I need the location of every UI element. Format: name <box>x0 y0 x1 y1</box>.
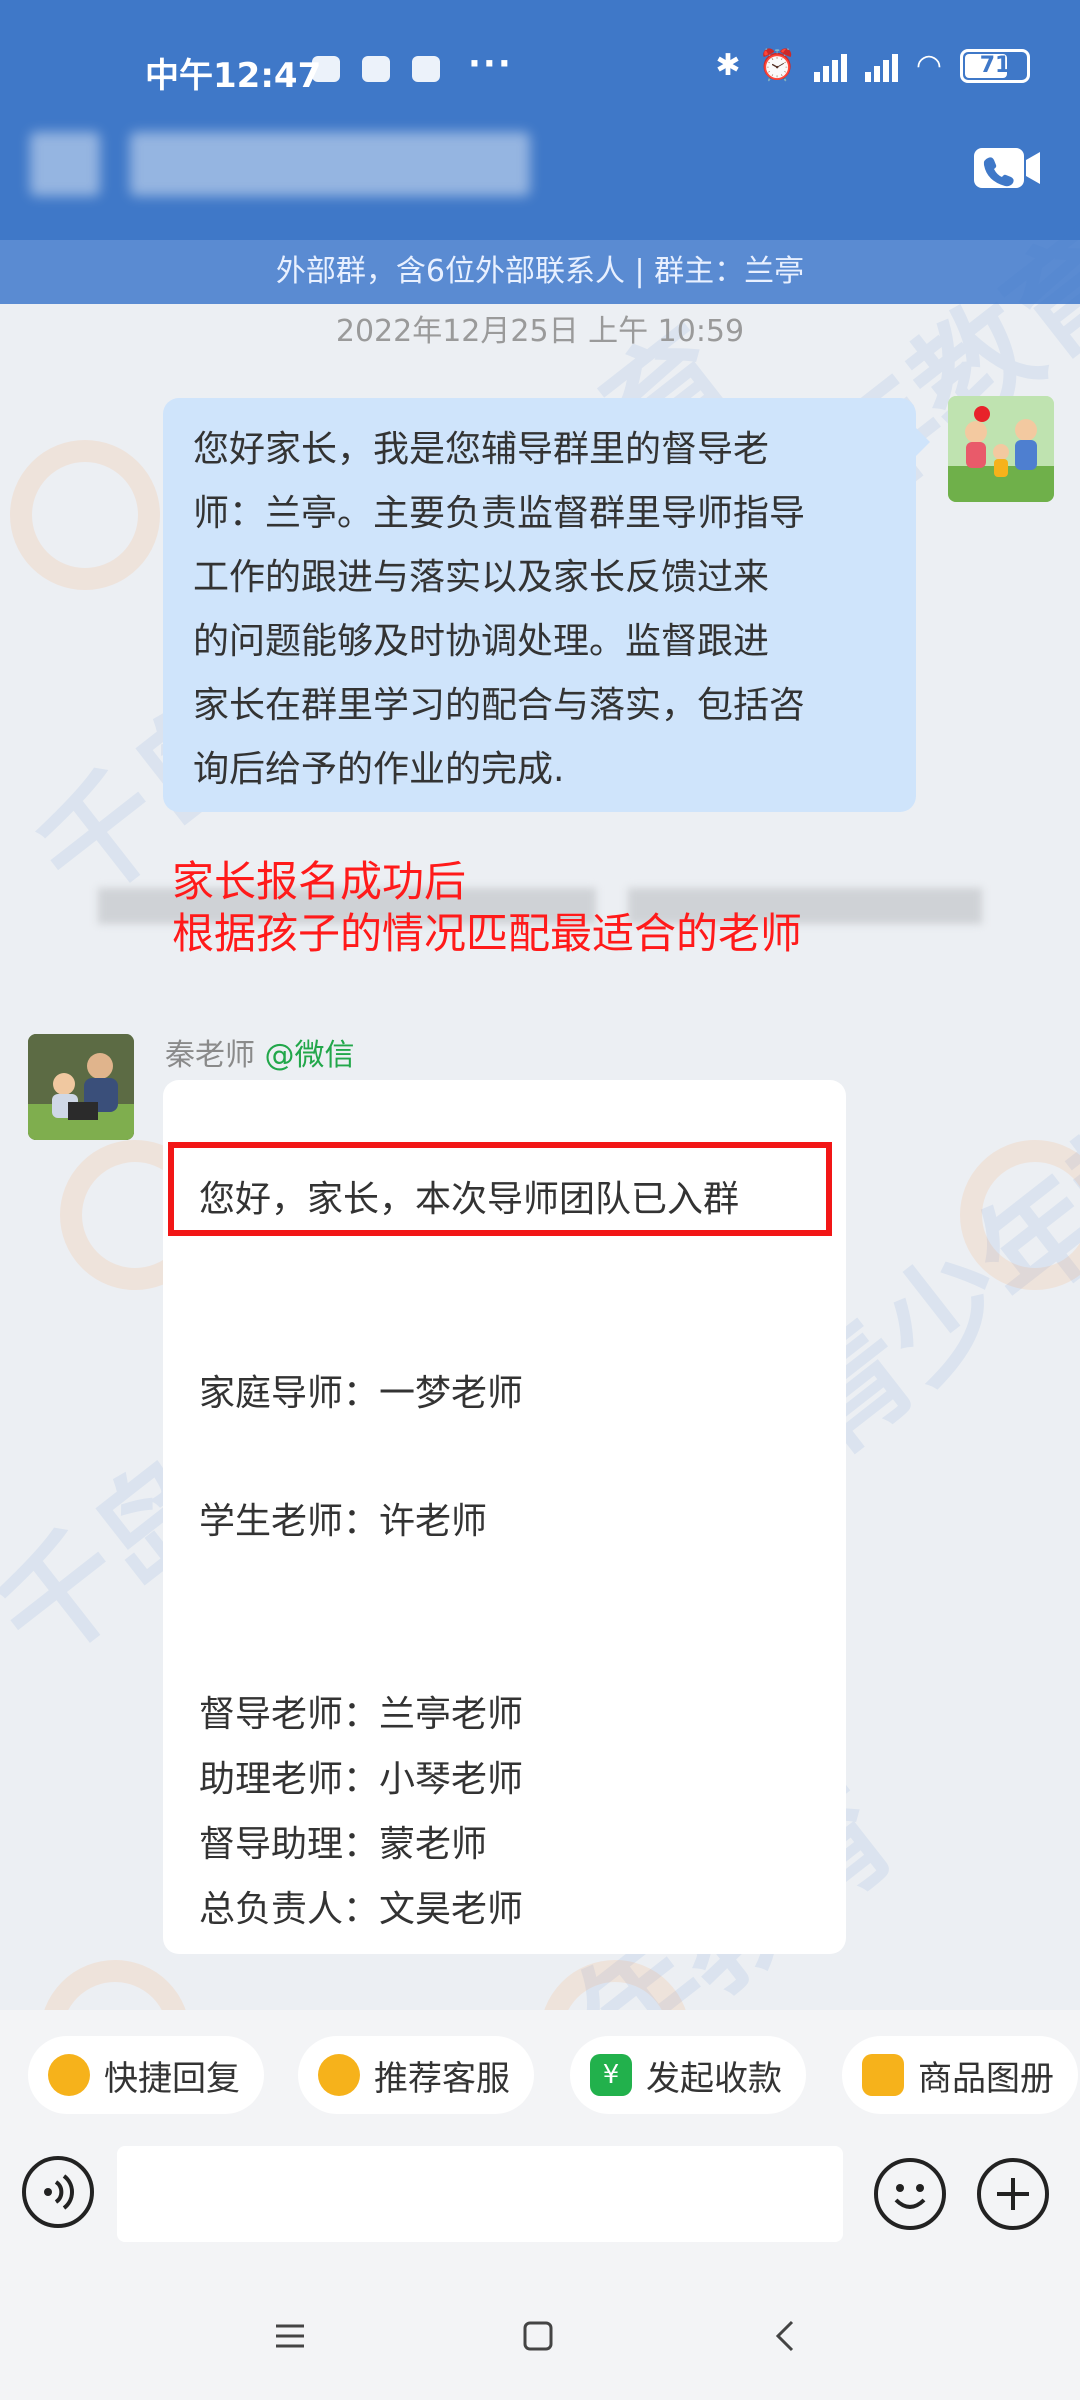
battery-level: 71 <box>979 52 1011 78</box>
app-notification-icon <box>412 56 440 82</box>
bluetooth-icon: ✱ <box>715 48 741 83</box>
voice-input-icon[interactable] <box>22 2156 94 2228</box>
message-line: 询后给予的作业的完成. <box>193 749 565 790</box>
document-icon <box>862 2054 904 2096</box>
watermark-logo <box>960 1140 1080 1290</box>
quick-action-label: 发起收款 <box>646 2058 782 2099</box>
sender-name: 秦老师 @微信 <box>165 1030 355 1074</box>
quick-reply-icon <box>48 2054 90 2096</box>
status-bar: 中午12:47 ··· ✱ ⏰ ◠ 71 <box>0 40 1080 100</box>
status-time: 中午12:47 <box>145 56 322 96</box>
quick-action-label: 商品图册 <box>918 2058 1054 2099</box>
emoji-icon[interactable] <box>874 2158 946 2230</box>
annotation-line: 家长报名成功后 <box>172 857 467 906</box>
message-bubble-self[interactable]: 您好家长，我是您辅导群里的督导老 师：兰亭。主要负责监督群里导师指导 工作的跟进… <box>163 398 930 812</box>
group-title-redacted <box>30 132 100 196</box>
back-icon[interactable] <box>764 2314 808 2358</box>
collect-payment-button[interactable]: ¥ 发起收款 <box>570 2036 806 2114</box>
menu-icon[interactable] <box>268 2314 312 2358</box>
sender-name-text: 秦老师 <box>165 1038 255 1073</box>
message-line: 家庭导师：一梦老师 <box>199 1373 524 1414</box>
wifi-icon: ◠ <box>915 48 942 83</box>
message-line: 督导助理：蒙老师 <box>199 1824 488 1865</box>
notification-icons <box>312 56 440 82</box>
recommend-service-button[interactable]: 推荐客服 <box>298 2036 534 2114</box>
message-line: 助理老师：小琴老师 <box>199 1759 524 1800</box>
watermark-logo <box>10 440 160 590</box>
message-line: 工作的跟进与落实以及家长反馈过来 <box>193 557 770 598</box>
message-line: 学生老师：许老师 <box>199 1501 488 1542</box>
video-call-icon[interactable] <box>974 146 1042 190</box>
quick-action-label: 快捷回复 <box>104 2058 240 2099</box>
message-line: 总负责人：文昊老师 <box>199 1889 524 1930</box>
product-catalog-button[interactable]: 商品图册 <box>842 2036 1078 2114</box>
avatar[interactable] <box>28 1034 134 1140</box>
alarm-icon: ⏰ <box>758 48 796 83</box>
quick-reply-button[interactable]: 快捷回复 <box>28 2036 264 2114</box>
chat-bubble-icon <box>318 2054 360 2096</box>
highlight-box <box>168 1142 832 1236</box>
message-line: 的问题能够及时协调处理。监督跟进 <box>193 621 770 662</box>
plus-icon[interactable] <box>977 2158 1049 2230</box>
home-icon[interactable] <box>516 2314 560 2358</box>
message-line: 督导老师：兰亭老师 <box>199 1694 524 1735</box>
message-timestamp: 2022年12月25日 上午 10:59 <box>335 314 745 349</box>
message-line: 您好家长，我是您辅导群里的督导老 <box>193 429 770 470</box>
signal-icon <box>864 50 898 82</box>
message-input[interactable] <box>117 2146 843 2242</box>
signal-icon <box>813 50 847 82</box>
group-title-redacted <box>130 132 530 196</box>
sender-app-tag: @微信 <box>264 1038 355 1073</box>
chat-header: 中午12:47 ··· ✱ ⏰ ◠ 71 <box>0 0 1080 240</box>
avatar[interactable] <box>948 396 1054 502</box>
message-line: 师：兰亭。主要负责监督群里导师指导 <box>193 493 806 534</box>
yuan-icon: ¥ <box>590 2054 632 2096</box>
status-right: ✱ ⏰ ◠ 71 <box>715 48 1030 83</box>
annotation-text: 家长报名成功后 根据孩子的情况匹配最适合的老师 <box>172 856 802 960</box>
battery-icon: 71 <box>960 48 1030 83</box>
app-notification-icon <box>362 56 390 82</box>
annotation-line: 根据孩子的情况匹配最适合的老师 <box>172 909 803 958</box>
more-notifications-icon: ··· <box>468 44 513 84</box>
app-notification-icon <box>312 56 340 82</box>
quick-action-label: 推荐客服 <box>374 2058 510 2099</box>
group-info-banner[interactable]: 外部群，含6位外部联系人 | 群主：兰亭 <box>0 240 1080 304</box>
message-line: 家长在群里学习的配合与落实，包括咨 <box>193 685 806 726</box>
